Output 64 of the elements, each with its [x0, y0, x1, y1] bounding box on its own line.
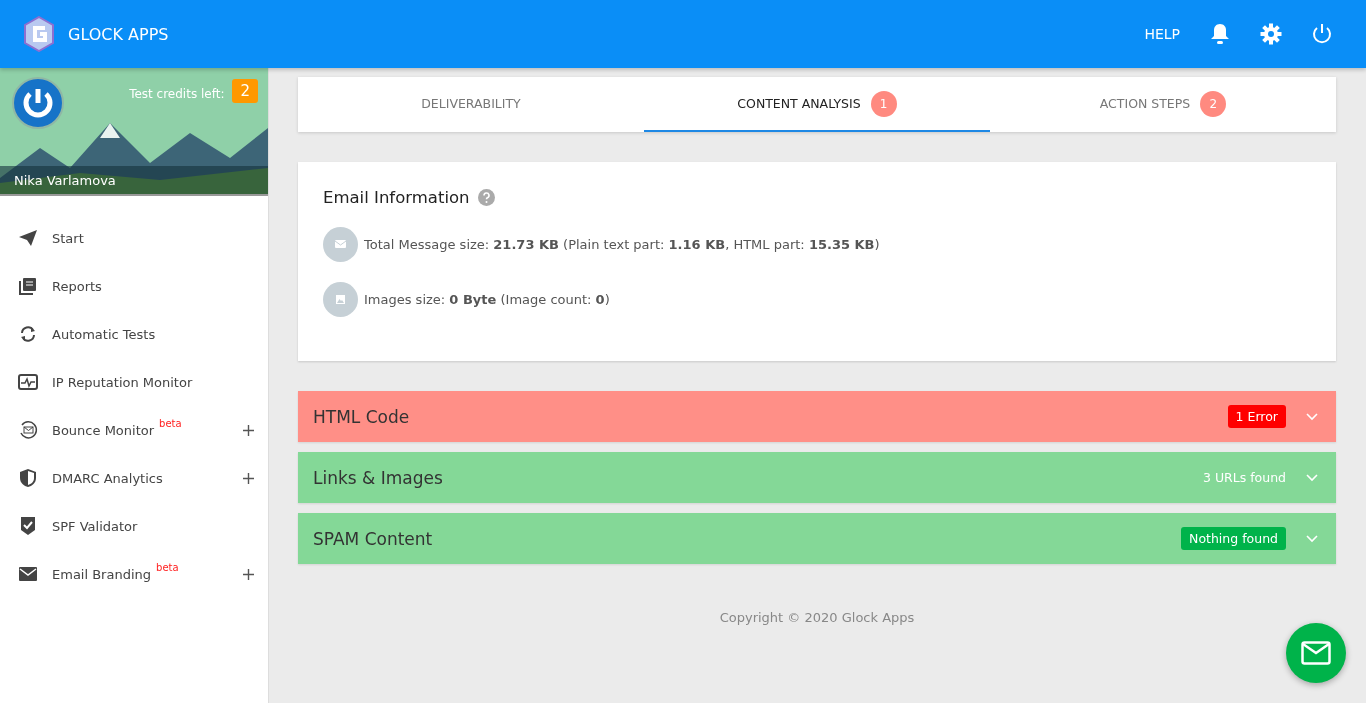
user-name: Nika Varlamova [0, 166, 268, 194]
plus-icon[interactable] [243, 472, 254, 484]
count-badge: 1 [870, 90, 897, 117]
sidebar-item[interactable]: Automatic Tests [0, 310, 268, 358]
sidebar-label: SPF Validator [52, 518, 138, 534]
sidebar-item[interactable]: IP Reputation Monitor [0, 358, 268, 406]
sidebar-label: Email Branding [52, 566, 152, 582]
section-title: Links & Images [313, 467, 443, 488]
beta-tag: beta [159, 418, 182, 429]
power-icon[interactable] [1312, 23, 1332, 45]
plus-icon[interactable] [243, 568, 254, 580]
envelope-icon [323, 227, 358, 262]
card-title: Email Information [323, 188, 470, 207]
bell-icon[interactable] [1210, 23, 1230, 45]
status-badge: Nothing found [1181, 527, 1286, 550]
sidebar-label: Automatic Tests [52, 326, 156, 342]
credits-label: Test credits left: [129, 87, 225, 101]
sidebar-label: DMARC Analytics [52, 470, 163, 486]
chevron-down-icon [1306, 473, 1318, 482]
section-title: HTML Code [313, 406, 410, 427]
sidebar-label: Reports [52, 278, 102, 294]
sidebar-item[interactable]: Start [0, 214, 268, 262]
document-stack-icon [18, 276, 38, 296]
mail-button[interactable] [1286, 623, 1346, 683]
info-text: Total Message size: 21.73 KB (Plain text part: 1.16 KB, HTML part: 15.35 KB) [364, 237, 880, 252]
count-badge: 2 [1200, 90, 1227, 117]
app-name: GLOCK APPS [68, 24, 169, 44]
sidebar-item[interactable]: Reports [0, 262, 268, 310]
section-title: SPAM Content [313, 528, 433, 549]
hexagon-logo-icon [24, 16, 54, 52]
envelope-icon [18, 564, 38, 584]
accordion-header[interactable]: HTML Code 1 Error [298, 391, 1336, 442]
sidebar-item[interactable]: Email Branding $^{beta}$ [0, 550, 268, 598]
image-icon [323, 282, 358, 317]
envelope-circle-icon [18, 420, 38, 440]
status-badge: 1 Error [1227, 405, 1286, 428]
sidebar-item[interactable]: SPF Validator [0, 502, 268, 550]
tab[interactable]: DELIVERABILITY [298, 77, 644, 132]
power-logo-icon [12, 77, 64, 129]
check-shield-icon [18, 516, 38, 536]
sidebar-label: IP Reputation Monitor [52, 374, 193, 390]
sidebar-item[interactable]: Bounce Monitor $^{beta}$ [0, 406, 268, 454]
sync-icon [18, 324, 38, 344]
beta-tag: beta [156, 562, 179, 573]
help-icon[interactable] [477, 189, 495, 206]
settings-icon[interactable] [1260, 23, 1282, 45]
pulse-monitor-icon [18, 372, 38, 392]
chevron-down-icon [1306, 412, 1318, 421]
plus-icon[interactable] [243, 424, 254, 436]
copyright-text: Copyright © 2020 Glock Apps [718, 610, 916, 625]
sidebar-label: Start [52, 230, 84, 246]
tab[interactable]: CONTENT ANALYSIS 1 [644, 77, 990, 132]
accordion-header[interactable]: SPAM Content Nothing found [298, 513, 1336, 564]
shield-icon [18, 468, 38, 488]
credits-badge: 2 [232, 79, 258, 103]
chevron-down-icon [1306, 534, 1318, 543]
sidebar-item[interactable]: DMARC Analytics [0, 454, 268, 502]
tab[interactable]: ACTION STEPS 2 [990, 77, 1336, 132]
envelope-icon [1301, 641, 1331, 665]
info-text: Images size: 0 Byte (Image count: 0) [364, 292, 610, 307]
sidebar-label: Bounce Monitor [52, 422, 155, 438]
accordion-header[interactable]: Links & Images 3 URLs found [298, 452, 1336, 503]
status-text: 3 URLs found [1202, 470, 1286, 485]
paper-plane-icon [18, 228, 38, 248]
